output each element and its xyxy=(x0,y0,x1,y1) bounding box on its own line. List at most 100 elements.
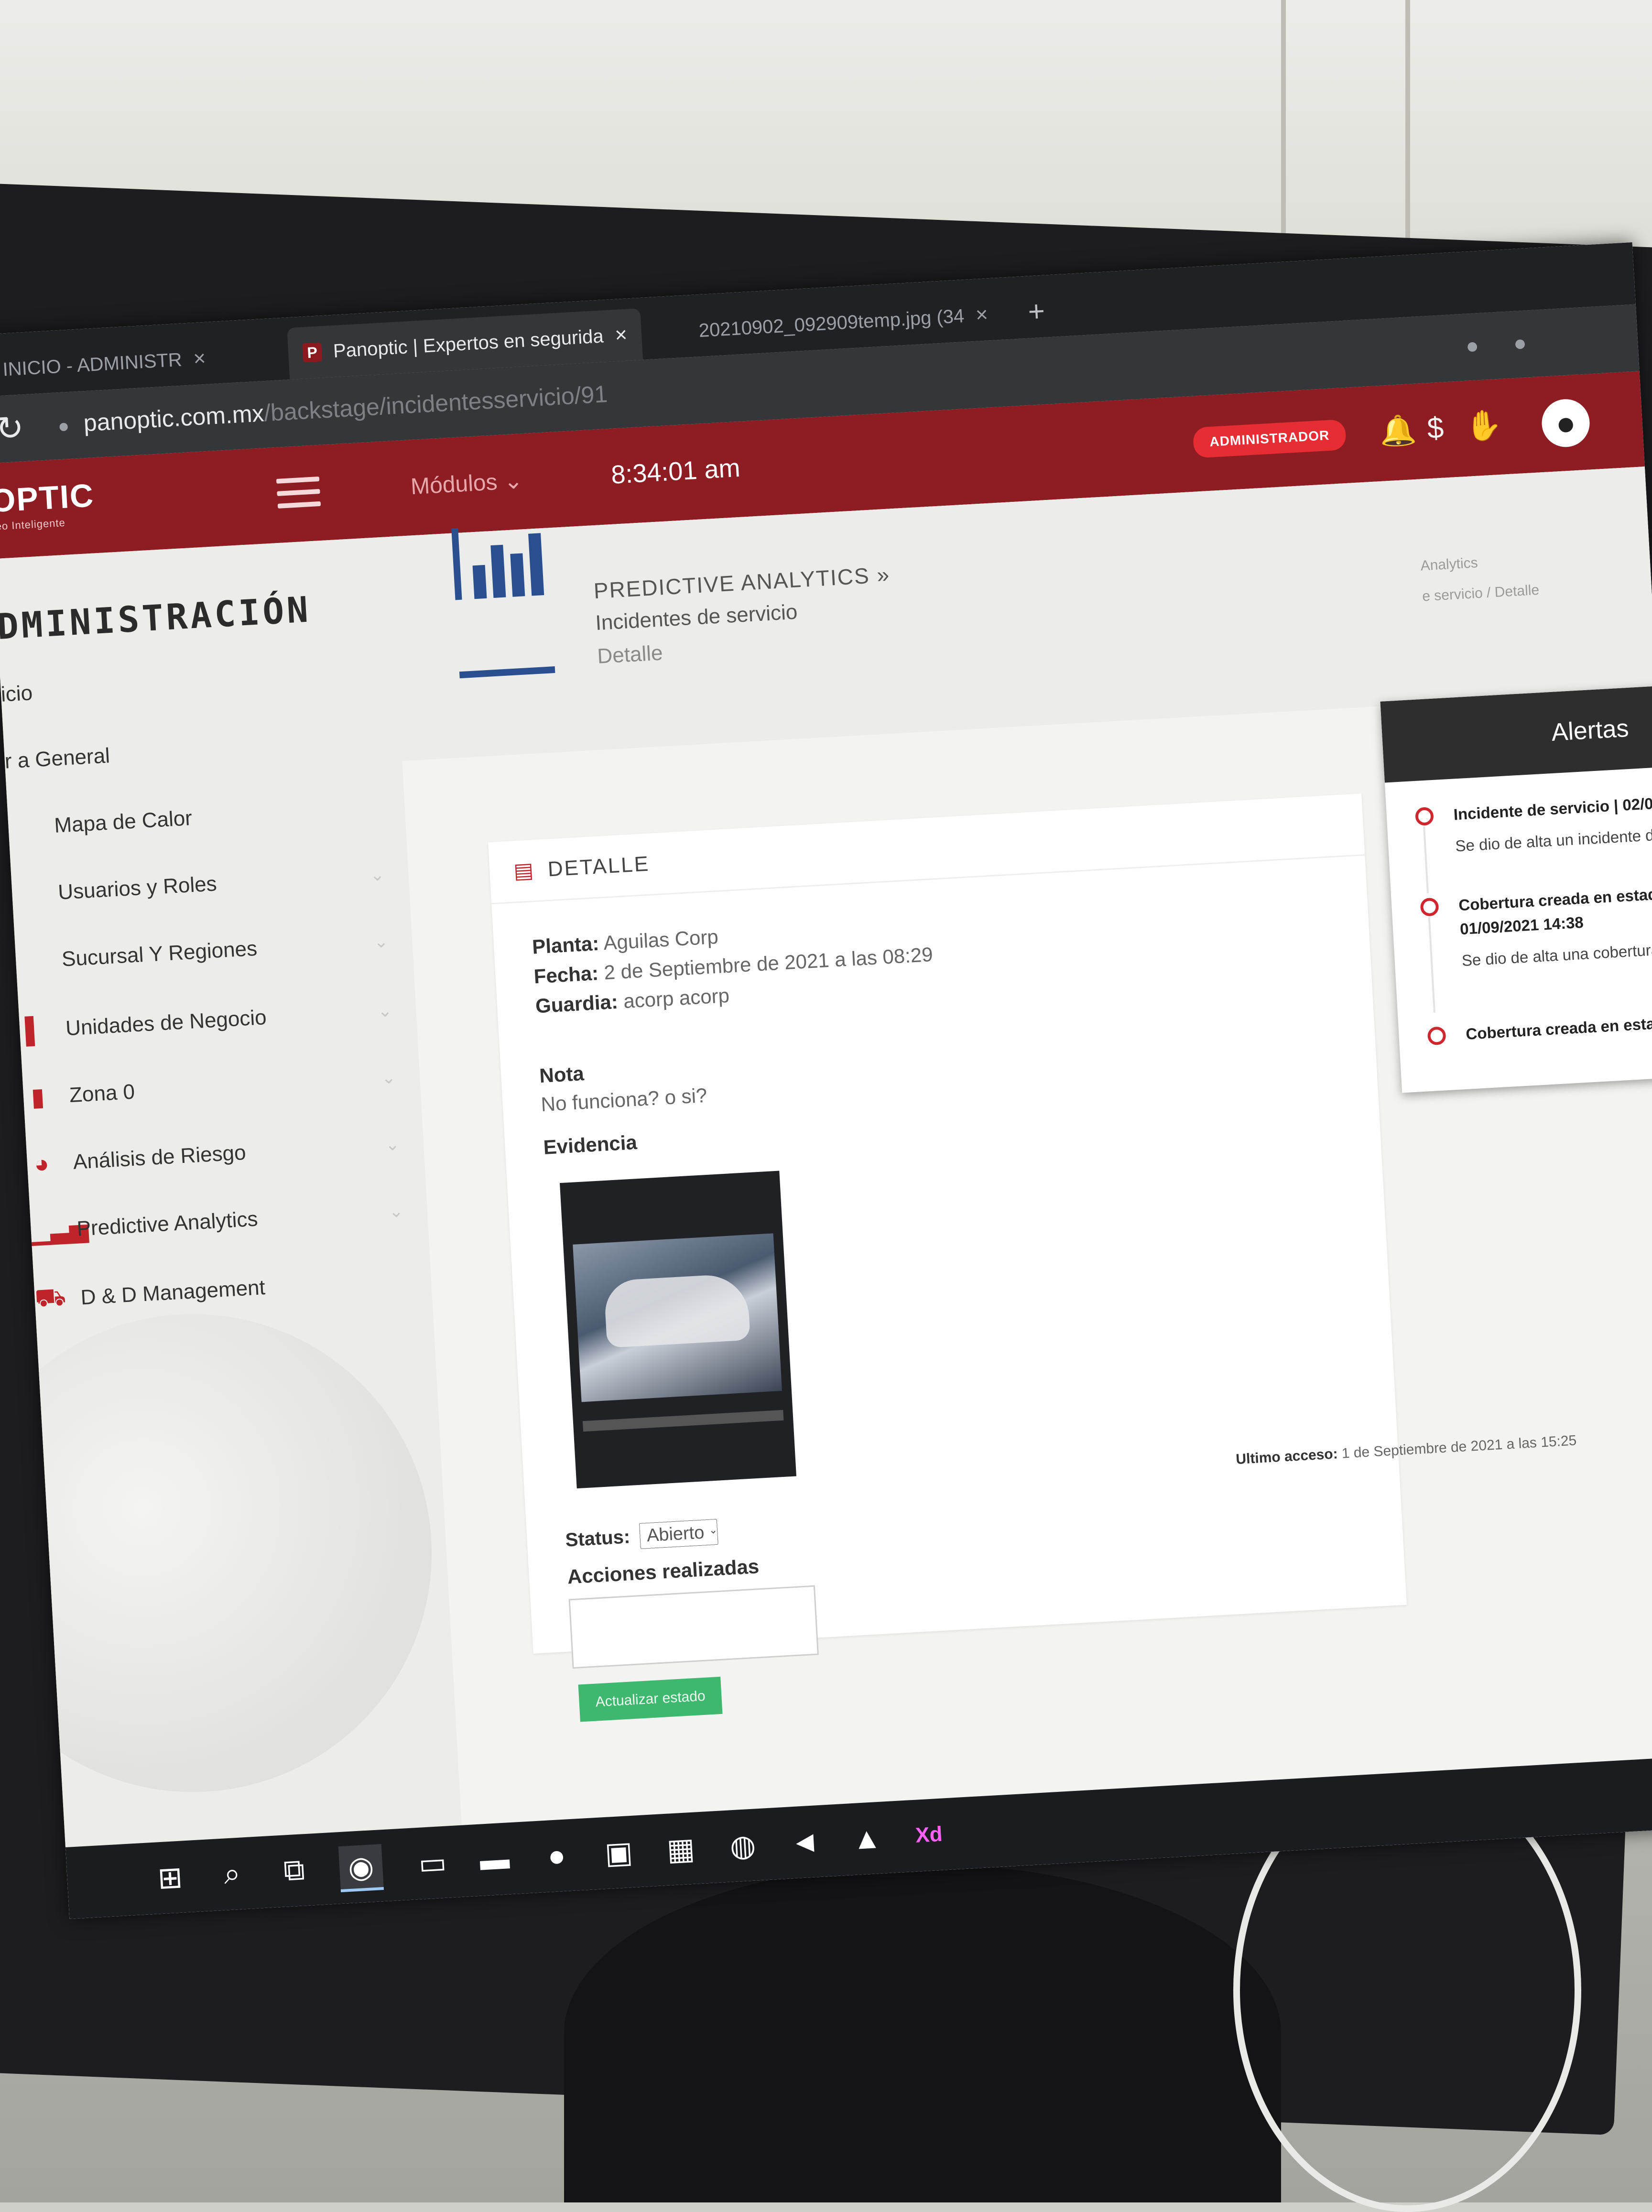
windows-start-icon[interactable]: ⊞ xyxy=(147,1854,193,1900)
sidebar-item-label: Usuarios y Roles xyxy=(57,872,217,904)
sidebar: DMINISTRACIÓN icio r a General Mapa de C… xyxy=(0,536,468,1919)
page-section-title[interactable]: PREDICTIVE ANALYTICS » xyxy=(593,562,891,604)
alert-item[interactable]: Cobertura creada en estado de fuerza | xyxy=(1427,1004,1652,1048)
task-view-icon[interactable]: ⧉ xyxy=(272,1848,317,1893)
sidebar-item-label: Análisis de Riesgo xyxy=(72,1140,247,1174)
field-value: acorp acorp xyxy=(623,984,730,1013)
field-label: Fecha: xyxy=(533,962,599,988)
alert-title: Incidente de servicio | 02/09/2021 08:29 xyxy=(1453,789,1652,824)
chevron-down-icon: ⌄ xyxy=(388,1201,404,1222)
new-tab-icon[interactable]: + xyxy=(1027,294,1046,328)
tab-title: 20210902_092909temp.jpg (34 xyxy=(698,305,965,341)
outlook-icon[interactable]: ▦ xyxy=(658,1826,704,1872)
detail-card: ▤ DETALLE Planta: Aguilas Corp Fecha: 2 … xyxy=(488,793,1407,1722)
bar-chart-icon: ▁▃▅ xyxy=(30,1214,89,1246)
extension-icon[interactable]: ● xyxy=(1465,332,1480,358)
chevron-down-icon: ⌄ xyxy=(503,468,524,495)
hamburger-menu-icon[interactable] xyxy=(276,476,321,516)
tab-title: | INICIO - ADMINISTR xyxy=(0,349,183,381)
inkscape-icon[interactable]: ▲ xyxy=(844,1816,890,1861)
teams-icon[interactable]: ▣ xyxy=(596,1830,641,1875)
sidebar-item-branches[interactable]: Sucursal Y Regiones ⌄ xyxy=(15,929,399,974)
close-icon[interactable]: × xyxy=(614,323,628,347)
terminal-icon[interactable]: ▭ xyxy=(410,1840,456,1886)
vscode-icon[interactable]: ◄ xyxy=(782,1819,827,1865)
update-status-button[interactable]: Actualizar estado xyxy=(578,1677,723,1722)
sidebar-item-label: Sucursal Y Regiones xyxy=(61,936,258,971)
sidebar-item-general[interactable]: r a General xyxy=(4,728,388,774)
field-label: Planta: xyxy=(532,932,600,958)
pie-chart-icon: ◕ xyxy=(33,1149,50,1179)
extension-icon[interactable]: ● xyxy=(1513,330,1528,356)
status-row: Status: Abierto xyxy=(565,1518,718,1553)
sidebar-item-label: r a General xyxy=(4,744,111,773)
page-current: Detalle xyxy=(597,641,663,669)
status-select[interactable]: Abierto xyxy=(639,1518,718,1549)
timeline-line xyxy=(1423,826,1429,893)
app-icon[interactable]: ● xyxy=(534,1833,579,1878)
globe-background xyxy=(0,1301,445,1805)
evidence-photo-bar xyxy=(582,1410,784,1432)
evidence-image[interactable] xyxy=(559,1171,796,1489)
field-evidencia-label: Evidencia xyxy=(543,1131,638,1159)
reload-icon[interactable]: ↻ xyxy=(0,408,25,448)
url-path: /backstage/incidentesservicio/91 xyxy=(263,380,609,427)
alerts-dropdown: Alertas Incidente de servicio | 02/09/20… xyxy=(1380,678,1652,1093)
adobe-xd-icon[interactable]: Xd xyxy=(906,1812,952,1858)
chevron-down-icon: ⌄ xyxy=(373,931,389,952)
close-icon[interactable]: × xyxy=(193,347,206,371)
chevron-down-icon: ⌄ xyxy=(380,1067,397,1088)
hand-icon[interactable]: ✋ xyxy=(1465,408,1503,445)
alert-dot-icon xyxy=(1427,1026,1446,1046)
sidebar-item-zona-0[interactable]: ▮ Zona 0 ⌄ xyxy=(23,1063,406,1113)
search-icon[interactable]: ⌕ xyxy=(209,1851,255,1897)
acciones-label: Acciones realizadas xyxy=(566,1555,760,1588)
sidebar-item-heatmap[interactable]: Mapa de Calor xyxy=(8,795,391,841)
modules-dropdown[interactable]: Módulos ⌄ xyxy=(410,467,524,500)
monitor-stand xyxy=(564,1864,1281,2202)
breadcrumb-item[interactable]: e servicio / Detalle xyxy=(1422,575,1540,612)
sidebar-item-label: D & D Management xyxy=(80,1275,266,1309)
alert-item[interactable]: Incidente de servicio | 02/09/2021 08:29… xyxy=(1414,785,1652,893)
user-avatar-icon[interactable]: ● xyxy=(1540,398,1591,448)
screen: | INICIO - ADMINISTR × P Panoptic | Expe… xyxy=(0,242,1652,1919)
chevron-down-icon: ⌄ xyxy=(370,864,385,885)
modules-label: Módulos xyxy=(410,469,498,500)
header-clock: 8:34:01 am xyxy=(610,453,741,489)
bell-icon[interactable]: 🔔 xyxy=(1379,412,1417,449)
branch-icon xyxy=(16,961,44,962)
timeline-line xyxy=(1428,917,1435,1013)
building-icon: ▌ xyxy=(24,1016,44,1045)
close-icon[interactable]: × xyxy=(975,303,989,327)
app-logo[interactable]: OPTIC reo Inteligente xyxy=(0,477,96,533)
shell-icon[interactable]: ◍ xyxy=(720,1823,765,1868)
sidebar-item-label: Unidades de Negocio xyxy=(65,1005,267,1041)
double-chevron-right-icon: » xyxy=(876,562,891,588)
url-field[interactable]: ● panoptic.com.mx/backstage/incidentesser… xyxy=(57,380,609,438)
panoptic-favicon-icon: P xyxy=(302,342,323,363)
main-content: PREDICTIVE ANALYTICS » Incidentes de ser… xyxy=(389,466,1652,1897)
alert-dot-icon xyxy=(1420,897,1439,917)
sidebar-item-users-roles[interactable]: Usuarios y Roles ⌄ xyxy=(11,862,395,908)
sidebar-item-dd-management[interactable]: ⛟ D & D Management xyxy=(34,1263,417,1316)
chevron-down-icon: ⌄ xyxy=(384,1134,401,1155)
chrome-icon[interactable]: ◉ xyxy=(338,1844,384,1893)
field-value: Aguilas Corp xyxy=(603,925,719,954)
alert-item[interactable]: Cobertura creada en estado de fuerza | 0… xyxy=(1420,875,1652,1013)
field-guardia: Guardia: acorp acorp xyxy=(535,984,730,1018)
dollar-icon[interactable]: $ xyxy=(1426,411,1445,446)
page-subsection[interactable]: Incidentes de servicio xyxy=(595,600,798,636)
sidebar-title: DMINISTRACIÓN xyxy=(0,589,312,648)
field-planta: Planta: Aguilas Corp xyxy=(532,925,719,959)
sidebar-item-business-units[interactable]: ▌ Unidades de Negocio ⌄ xyxy=(19,996,402,1046)
folder-icon[interactable]: ▬ xyxy=(472,1837,517,1882)
field-nota-value: No funciona? o si? xyxy=(540,1084,708,1116)
sidebar-item-inicio[interactable]: icio xyxy=(0,661,384,707)
acciones-textarea[interactable] xyxy=(568,1585,819,1669)
map-icon xyxy=(9,827,37,828)
sidebar-item-predictive-analytics[interactable]: ▁▃▅ Predictive Analytics ⌄ xyxy=(30,1196,413,1246)
status-label: Status: xyxy=(565,1526,631,1551)
tab-title: Panoptic | Expertos en segurida xyxy=(332,325,604,362)
sidebar-item-risk-analysis[interactable]: ◕ Análisis de Riesgo ⌄ xyxy=(26,1129,410,1180)
lock-icon: ● xyxy=(57,415,70,437)
